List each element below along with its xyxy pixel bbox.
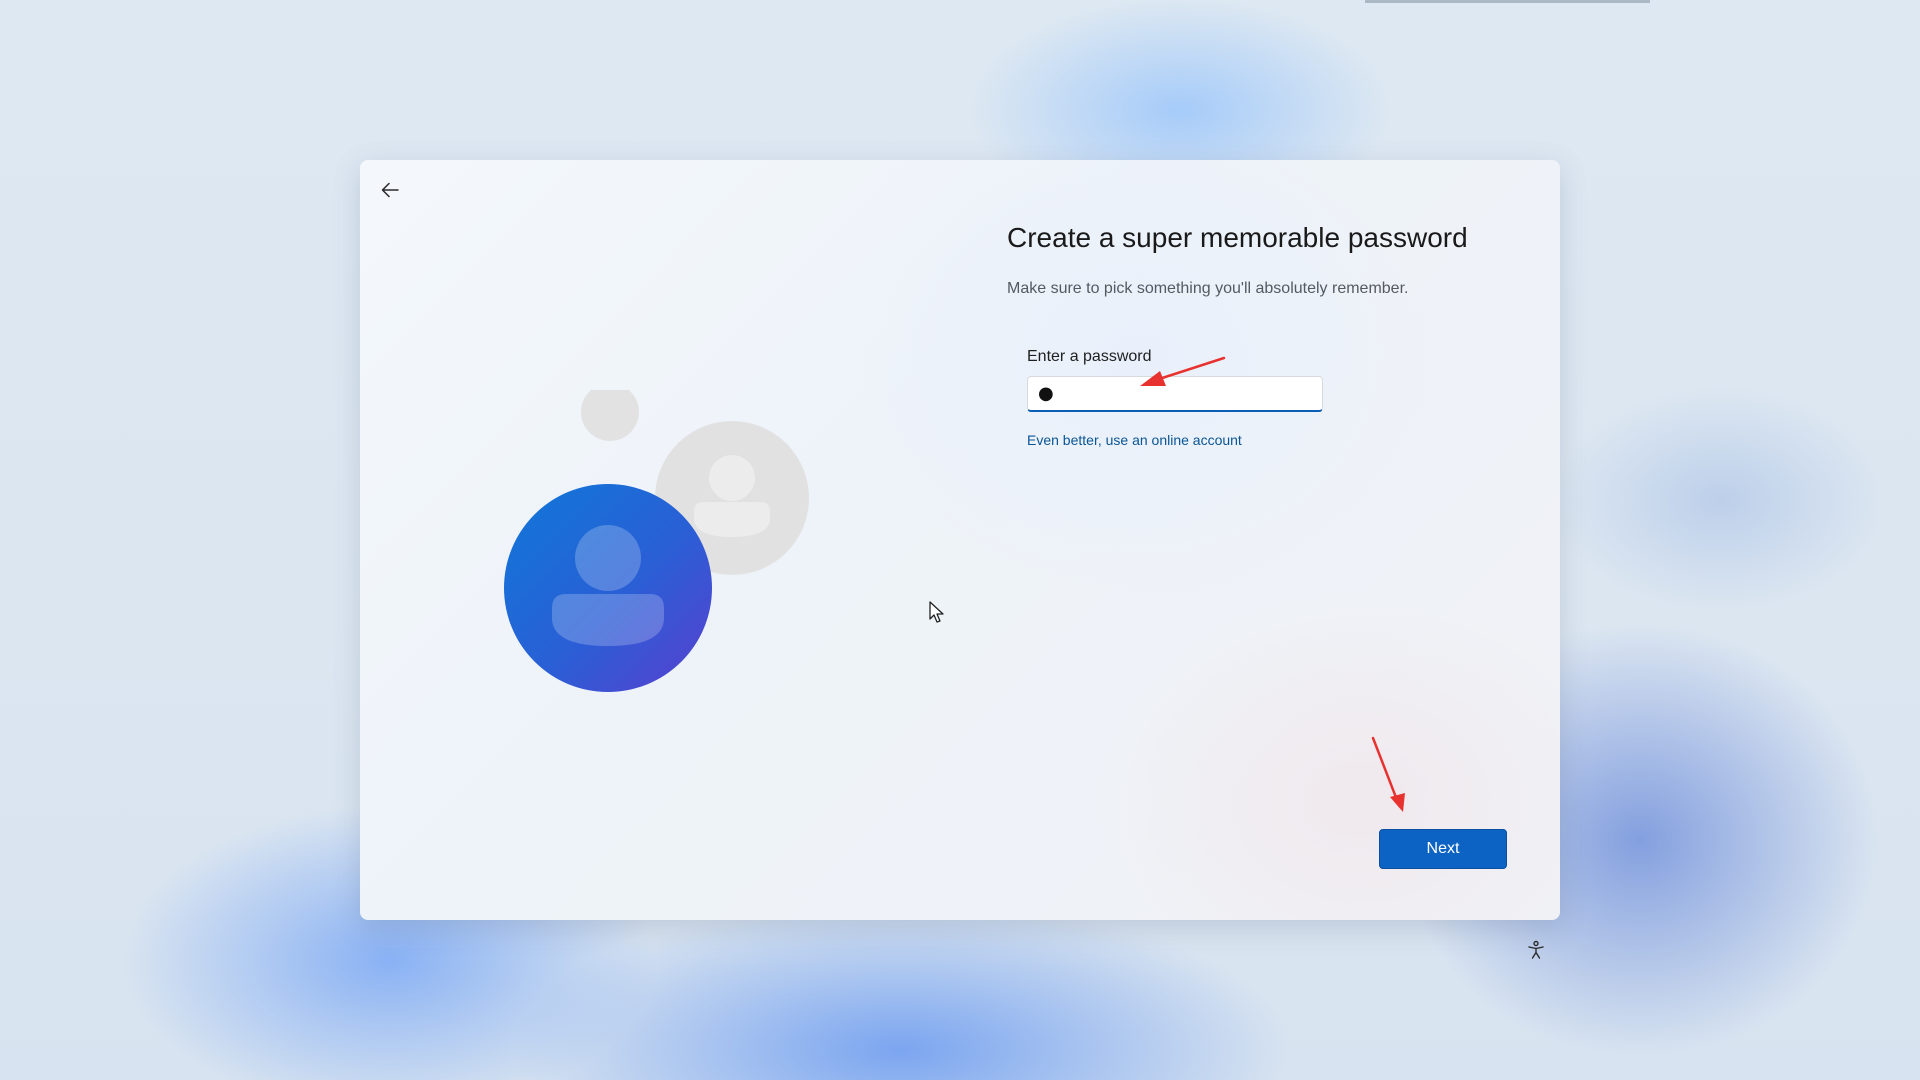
accessibility-icon [1528,940,1544,959]
user-accounts-illustration [504,390,809,692]
desktop-background: Create a super memorable password Make s… [0,0,1920,1080]
online-account-link[interactable]: Even better, use an online account [1027,432,1242,448]
accessibility-button[interactable] [1526,936,1546,964]
password-input[interactable]: ● [1027,376,1323,412]
password-label: Enter a password [1027,348,1152,365]
page-subtitle: Make sure to pick something you'll absol… [1007,280,1409,297]
back-button[interactable] [370,170,410,210]
page-title: Create a super memorable password [1007,222,1468,253]
mouse-cursor [928,600,946,624]
next-button[interactable]: Next [1379,829,1507,869]
pointer-icon [929,601,944,623]
arrow-left-icon [381,182,399,198]
window-edge [1365,0,1650,3]
setup-dialog: Create a super memorable password Make s… [360,160,1560,920]
